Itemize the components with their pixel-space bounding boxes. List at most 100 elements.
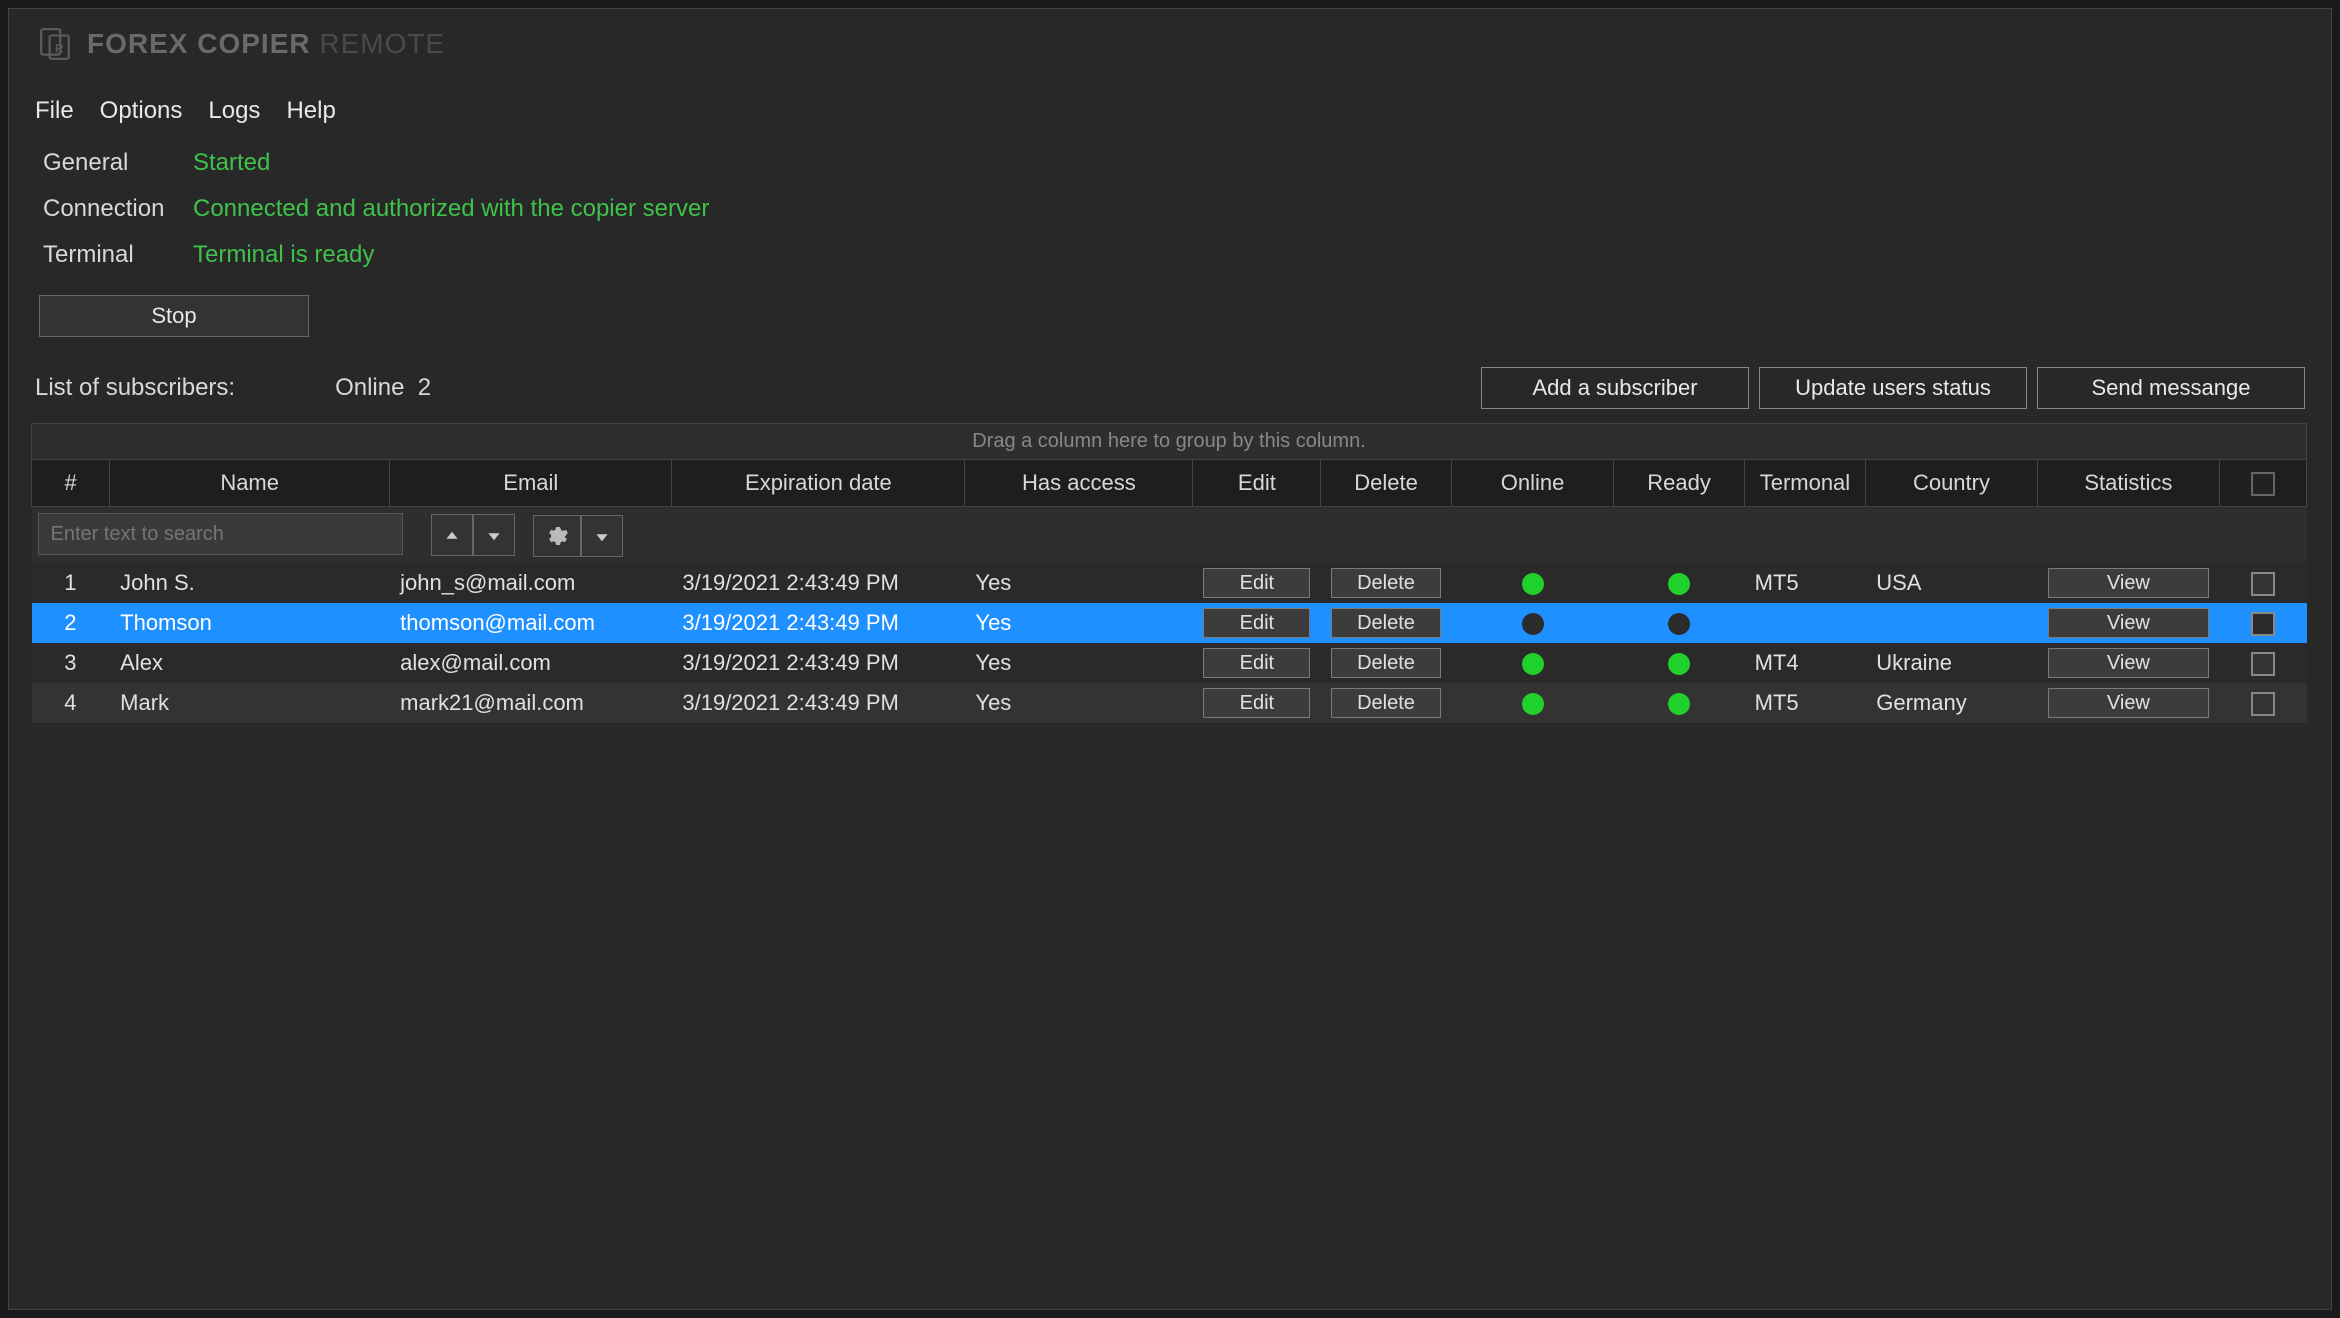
cell-country: USA — [1866, 563, 2037, 603]
status-connection-label: Connection — [43, 195, 193, 223]
col-header-edit[interactable]: Edit — [1193, 460, 1321, 507]
delete-button[interactable]: Delete — [1331, 648, 1440, 678]
main-menu: File Options Logs Help — [9, 79, 2331, 137]
status-terminal-value: Terminal is ready — [193, 241, 374, 269]
cell-email: mark21@mail.com — [390, 683, 672, 723]
cell-has-access: Yes — [965, 603, 1193, 643]
app-logo-icon: R — [39, 27, 73, 61]
send-message-button[interactable]: Send messange — [2037, 367, 2305, 409]
cell-expiration: 3/19/2021 2:43:49 PM — [672, 643, 965, 683]
cell-terminal: MT5 — [1744, 683, 1866, 723]
menu-file[interactable]: File — [35, 97, 74, 125]
cell-terminal: MT5 — [1744, 563, 1866, 603]
table-row[interactable]: 3Alexalex@mail.com3/19/2021 2:43:49 PMYe… — [32, 643, 2307, 683]
table-header-row: # Name Email Expiration date Has access … — [32, 460, 2307, 507]
svg-text:R: R — [55, 43, 64, 56]
ready-status-icon — [1668, 573, 1690, 595]
col-header-terminal[interactable]: Termonal — [1744, 460, 1866, 507]
col-header-expiration[interactable]: Expiration date — [672, 460, 965, 507]
cell-index: 4 — [32, 683, 110, 723]
cell-name: Thomson — [110, 603, 390, 643]
cell-name: John S. — [110, 563, 390, 603]
titlebar: R FOREX COPIER REMOTE — [9, 9, 2331, 79]
subscribers-table: # Name Email Expiration date Has access … — [31, 459, 2307, 723]
delete-button[interactable]: Delete — [1331, 688, 1440, 718]
table-row[interactable]: 1John S.john_s@mail.com3/19/2021 2:43:49… — [32, 563, 2307, 603]
view-statistics-button[interactable]: View — [2048, 688, 2209, 718]
col-header-online[interactable]: Online — [1451, 460, 1614, 507]
cell-country: Germany — [1866, 683, 2037, 723]
view-statistics-button[interactable]: View — [2048, 568, 2209, 598]
menu-logs[interactable]: Logs — [208, 97, 260, 125]
col-header-ready[interactable]: Ready — [1614, 460, 1744, 507]
online-status-icon — [1522, 653, 1544, 675]
cell-index: 1 — [32, 563, 110, 603]
col-header-statistics[interactable]: Statistics — [2037, 460, 2219, 507]
stop-button[interactable]: Stop — [39, 295, 309, 337]
col-header-index[interactable]: # — [32, 460, 110, 507]
cell-name: Mark — [110, 683, 390, 723]
table-row[interactable]: 2Thomsonthomson@mail.com3/19/2021 2:43:4… — [32, 603, 2307, 643]
app-title: FOREX COPIER REMOTE — [87, 28, 445, 60]
add-subscriber-button[interactable]: Add a subscriber — [1481, 367, 1749, 409]
sort-asc-button[interactable] — [431, 514, 473, 556]
cell-terminal — [1744, 603, 1866, 643]
cell-has-access: Yes — [965, 683, 1193, 723]
status-connection-value: Connected and authorized with the copier… — [193, 195, 709, 223]
cell-country — [1866, 603, 2037, 643]
col-header-delete[interactable]: Delete — [1321, 460, 1451, 507]
row-checkbox[interactable] — [2251, 652, 2275, 676]
settings-dropdown-button[interactable] — [581, 515, 623, 557]
col-header-email[interactable]: Email — [390, 460, 672, 507]
col-header-has-access[interactable]: Has access — [965, 460, 1193, 507]
cell-expiration: 3/19/2021 2:43:49 PM — [672, 563, 965, 603]
delete-button[interactable]: Delete — [1331, 608, 1440, 638]
online-status-icon — [1522, 613, 1544, 635]
status-terminal-label: Terminal — [43, 241, 193, 269]
cell-email: alex@mail.com — [390, 643, 672, 683]
edit-button[interactable]: Edit — [1203, 688, 1310, 718]
row-checkbox[interactable] — [2251, 572, 2275, 596]
search-row — [32, 507, 2307, 563]
table-row[interactable]: 4Markmark21@mail.com3/19/2021 2:43:49 PM… — [32, 683, 2307, 723]
row-checkbox[interactable] — [2251, 692, 2275, 716]
cell-name: Alex — [110, 643, 390, 683]
delete-button[interactable]: Delete — [1331, 568, 1440, 598]
grouping-hint[interactable]: Drag a column here to group by this colu… — [31, 423, 2307, 459]
col-header-select-all[interactable] — [2220, 460, 2307, 507]
cell-terminal: MT4 — [1744, 643, 1866, 683]
cell-email: thomson@mail.com — [390, 603, 672, 643]
col-header-name[interactable]: Name — [110, 460, 390, 507]
row-checkbox[interactable] — [2251, 612, 2275, 636]
cell-country: Ukraine — [1866, 643, 2037, 683]
col-header-country[interactable]: Country — [1866, 460, 2037, 507]
cell-has-access: Yes — [965, 563, 1193, 603]
status-panel: General Started Connection Connected and… — [9, 137, 2331, 287]
ready-status-icon — [1668, 613, 1690, 635]
settings-button[interactable] — [533, 515, 581, 557]
menu-options[interactable]: Options — [100, 97, 183, 125]
edit-button[interactable]: Edit — [1203, 608, 1310, 638]
menu-help[interactable]: Help — [286, 97, 335, 125]
search-input[interactable] — [38, 513, 403, 555]
view-statistics-button[interactable]: View — [2048, 648, 2209, 678]
cell-index: 2 — [32, 603, 110, 643]
gear-icon — [545, 528, 569, 543]
ready-status-icon — [1668, 693, 1690, 715]
subscribers-bar: List of subscribers: Online 2 Add a subs… — [9, 367, 2331, 423]
cell-email: john_s@mail.com — [390, 563, 672, 603]
cell-expiration: 3/19/2021 2:43:49 PM — [672, 683, 965, 723]
view-statistics-button[interactable]: View — [2048, 608, 2209, 638]
subscribers-label: List of subscribers: — [35, 374, 235, 402]
status-general-label: General — [43, 149, 193, 177]
online-status-icon — [1522, 693, 1544, 715]
online-count-label: Online 2 — [335, 374, 431, 402]
edit-button[interactable]: Edit — [1203, 568, 1310, 598]
sort-desc-button[interactable] — [473, 514, 515, 556]
cell-expiration: 3/19/2021 2:43:49 PM — [672, 603, 965, 643]
edit-button[interactable]: Edit — [1203, 648, 1310, 678]
select-all-checkbox[interactable] — [2251, 472, 2275, 496]
cell-index: 3 — [32, 643, 110, 683]
online-status-icon — [1522, 573, 1544, 595]
update-users-status-button[interactable]: Update users status — [1759, 367, 2027, 409]
